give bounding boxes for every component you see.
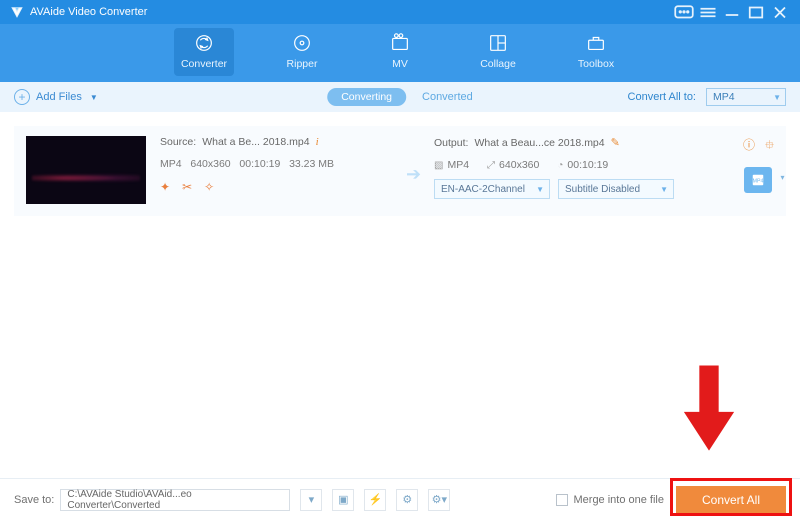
subtitle-value: Subtitle Disabled: [565, 184, 640, 195]
nav-converter[interactable]: Converter: [174, 28, 234, 76]
chevron-down-icon: ▼: [536, 185, 544, 194]
out-format: MP4: [447, 159, 469, 171]
converter-icon: [193, 32, 215, 54]
toolbox-icon: [585, 32, 607, 54]
add-files-button[interactable]: + Add Files ▼: [14, 89, 98, 105]
src-duration: 00:10:19: [239, 158, 280, 170]
nav-collage[interactable]: Collage: [468, 28, 528, 76]
open-folder-button[interactable]: ▣: [332, 489, 354, 511]
chevron-down-icon: ▼: [660, 185, 668, 194]
nav-ripper[interactable]: Ripper: [272, 28, 332, 76]
compress-icon[interactable]: ⯐: [765, 136, 774, 157]
titlebar: AVAide Video Converter: [0, 0, 800, 24]
mv-icon: [389, 32, 411, 54]
src-format: MP4: [160, 158, 182, 170]
settings-gear-button[interactable]: ⚙: [396, 489, 418, 511]
plus-icon: +: [14, 89, 30, 105]
close-icon[interactable]: [770, 5, 790, 19]
collage-icon: [487, 32, 509, 54]
src-resolution: 640x360: [190, 158, 230, 170]
video-icon: ▧: [434, 160, 443, 171]
speed-button[interactable]: ⚡: [364, 489, 386, 511]
out-duration: 00:10:19: [567, 159, 608, 171]
convert-all-label: Convert All: [702, 493, 760, 507]
source-filename: What a Be... 2018.mp4: [202, 136, 309, 148]
convert-all-button[interactable]: Convert All: [676, 486, 786, 514]
convert-all-to: Convert All to: MP4 ▼: [628, 88, 786, 106]
nav-label: MV: [392, 58, 408, 70]
add-files-label: Add Files: [36, 91, 82, 103]
enhance-icon[interactable]: ✧: [204, 180, 214, 194]
nav-label: Converter: [181, 58, 227, 70]
audio-track-select[interactable]: EN-AAC-2Channel ▼: [434, 179, 550, 199]
svg-text:MP4: MP4: [753, 179, 764, 185]
nav-mv[interactable]: MV: [370, 28, 430, 76]
edit-icon[interactable]: ✦: [160, 180, 170, 194]
app-title: AVAide Video Converter: [30, 6, 147, 18]
nav-label: Toolbox: [578, 58, 614, 70]
main-nav: Converter Ripper MV Collage Toolbox: [0, 24, 800, 82]
output-label: Output:: [434, 137, 468, 149]
save-to-label: Save to:: [14, 494, 54, 506]
checkbox-icon: [556, 494, 568, 506]
nav-label: Ripper: [287, 58, 318, 70]
save-path-value: C:\AVAide Studio\AVAid...eo Converter\Co…: [67, 489, 283, 511]
cut-icon[interactable]: ✂: [182, 180, 192, 194]
resolution-icon: ⤢: [487, 160, 495, 171]
app-logo-icon: [10, 5, 24, 19]
subtitle-select[interactable]: Subtitle Disabled ▼: [558, 179, 674, 199]
toolbar: + Add Files ▼ Converting Converted Conve…: [0, 82, 800, 112]
task-settings-button[interactable]: ⚙▾: [428, 489, 450, 511]
merge-label: Merge into one file: [574, 494, 665, 506]
nav-toolbox[interactable]: Toolbox: [566, 28, 626, 76]
audio-track-value: EN-AAC-2Channel: [441, 184, 525, 195]
path-dropdown-button[interactable]: ▾: [300, 489, 322, 511]
chevron-down-icon: ▼: [90, 93, 98, 102]
ripper-icon: [291, 32, 313, 54]
save-path-field[interactable]: C:\AVAide Studio\AVAid...eo Converter\Co…: [60, 489, 290, 511]
output-filename: What a Beau...ce 2018.mp4: [474, 137, 604, 149]
status-tabs: Converting Converted: [327, 88, 473, 106]
row-actions: ⓘ ⯐ MP4: [743, 136, 774, 193]
output-block: Output: What a Beau...ce 2018.mp4 ✎ ▧ MP…: [434, 136, 684, 199]
feedback-icon[interactable]: [674, 5, 694, 19]
tab-converted[interactable]: Converted: [422, 91, 473, 103]
source-meta: MP4 640x360 00:10:19 33.23 MB: [160, 158, 390, 170]
chevron-down-icon: ▼: [773, 93, 781, 102]
maximize-icon[interactable]: [746, 5, 766, 19]
source-block: Source: What a Be... 2018.mp4 i MP4 640x…: [160, 136, 390, 206]
info-icon[interactable]: ⓘ: [743, 136, 755, 157]
menu-icon[interactable]: [698, 5, 718, 19]
tab-converting[interactable]: Converting: [327, 88, 406, 106]
output-profile-button[interactable]: MP4: [744, 167, 772, 193]
src-size: 33.23 MB: [289, 158, 334, 170]
nav-label: Collage: [480, 58, 516, 70]
file-row: Source: What a Be... 2018.mp4 i MP4 640x…: [14, 126, 786, 216]
source-label: Source:: [160, 136, 196, 148]
arrow-right-icon: ➔: [406, 164, 421, 185]
output-format-select[interactable]: MP4 ▼: [706, 88, 786, 106]
annotation-arrow-icon: [680, 364, 738, 454]
output-format-value: MP4: [713, 91, 735, 103]
merge-checkbox[interactable]: Merge into one file: [556, 494, 665, 506]
pencil-icon[interactable]: ✎: [611, 136, 620, 149]
info-icon[interactable]: i: [316, 136, 319, 148]
video-thumbnail[interactable]: [26, 136, 146, 204]
minimize-icon[interactable]: [722, 5, 742, 19]
clock-icon: ◔: [557, 160, 563, 171]
file-list: Source: What a Be... 2018.mp4 i MP4 640x…: [0, 112, 800, 216]
out-resolution: 640x360: [499, 159, 539, 171]
footer: Save to: C:\AVAide Studio\AVAid...eo Con…: [0, 478, 800, 520]
convert-all-to-label: Convert All to:: [628, 91, 696, 103]
